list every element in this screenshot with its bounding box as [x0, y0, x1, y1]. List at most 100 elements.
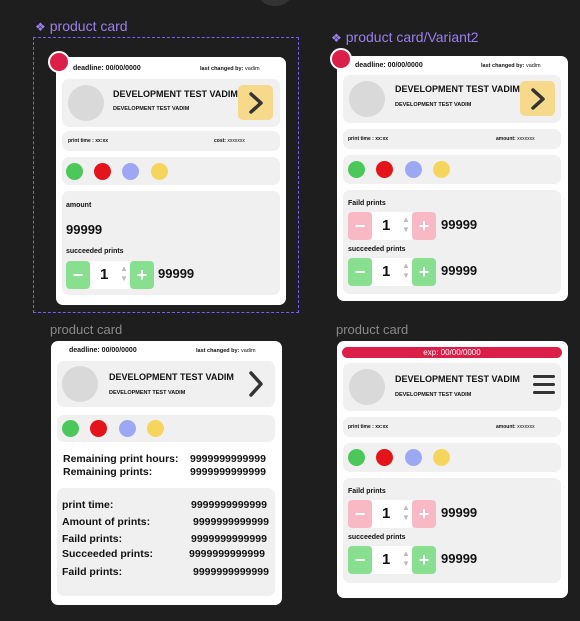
product-header-panel: DEVELOPMENT TEST VADIM DEVELOPMENT TEST … — [57, 361, 275, 407]
product-subtitle: DEVELOPMENT TEST VADIM — [395, 392, 472, 398]
frame-label-card2[interactable]: ❖ product card/Variant2 — [331, 29, 479, 45]
succeeded-decrement-button[interactable]: − — [348, 258, 372, 286]
stat-value: 9999999999999 — [193, 566, 269, 578]
succeeded-stepper[interactable]: 1 ▲ ▼ — [372, 546, 412, 574]
color-dot-yellow[interactable] — [433, 449, 450, 466]
product-card-3[interactable]: deadline: 00/00/0000 last changed by: va… — [51, 341, 282, 605]
product-header-panel: DEVELOPMENT TEST VADIM DEVELOPMENT TEST … — [343, 75, 561, 123]
faild-decrement-button[interactable]: − — [348, 500, 372, 528]
product-card-2[interactable]: deadline: 00/00/0000 last changed by: va… — [337, 56, 568, 301]
stat-value: 9999999999999 — [193, 516, 269, 528]
spin-arrows-icon[interactable]: ▲ ▼ — [402, 549, 410, 569]
faild-total: 99999 — [441, 217, 478, 232]
stepper-total: 99999 — [158, 266, 195, 281]
color-dot-red[interactable] — [90, 420, 107, 437]
color-dot-red[interactable] — [94, 163, 111, 180]
component-diamond-icon: ❖ — [35, 20, 46, 34]
color-swatches — [62, 157, 280, 185]
component-diamond-icon: ❖ — [331, 31, 342, 45]
faild-increment-button[interactable]: + — [412, 500, 436, 528]
quantity-stepper[interactable]: 1 ▲ ▼ — [90, 261, 130, 289]
avatar — [349, 81, 385, 117]
stat-value: 9999999999999 — [189, 548, 265, 560]
color-swatches — [57, 415, 275, 442]
color-swatches — [343, 155, 561, 184]
color-dot-yellow[interactable] — [147, 420, 164, 437]
chevron-right-icon — [248, 91, 263, 114]
open-product-button[interactable] — [245, 369, 267, 399]
open-product-button[interactable] — [520, 81, 555, 116]
color-dot-green[interactable] — [66, 163, 83, 180]
prints-panel: Faild prints − 1 ▲ ▼ + 99999 succeeded pr… — [343, 478, 561, 583]
decrement-button[interactable]: − — [66, 261, 90, 289]
succeeded-increment-button[interactable]: + — [412, 258, 436, 286]
color-dot-yellow[interactable] — [433, 161, 450, 178]
product-card-4[interactable]: DEVELOPMENT TEST VADIM DEVELOPMENT TEST … — [337, 341, 568, 598]
remaining-hours-value: 9999999999999 — [190, 453, 266, 465]
faild-increment-button[interactable]: + — [412, 212, 436, 240]
succeeded-label: succeeded prints — [66, 248, 124, 255]
spin-arrows-icon[interactable]: ▲ ▼ — [402, 261, 410, 281]
amount-panel: amount 99999 succeeded prints − 1 ▲ ▼ + 9… — [62, 191, 280, 295]
chevron-right-icon — [249, 371, 263, 397]
faild-decrement-button[interactable]: − — [348, 212, 372, 240]
hamburger-menu-icon[interactable] — [533, 375, 555, 397]
frame-label-card3[interactable]: product card — [50, 322, 122, 337]
frame-label-card4[interactable]: product card — [336, 322, 408, 337]
color-dot-red[interactable] — [376, 161, 393, 178]
product-card-1[interactable]: deadline: 00/00/0000 last changed by: va… — [56, 57, 286, 305]
color-dot-red[interactable] — [376, 449, 393, 466]
remaining-prints-value: 9999999999999 — [190, 466, 266, 478]
status-dot — [48, 51, 70, 73]
frame-label-card1[interactable]: ❖ product card — [35, 18, 128, 34]
info-row: print time : xx:xx amount: xxxxxxx — [343, 129, 561, 149]
stats-panel: print time: 9999999999999 Amount of prin… — [57, 488, 275, 596]
deadline-text: deadline: 00/00/0000 — [69, 347, 137, 354]
spin-arrows-icon[interactable]: ▲ ▼ — [120, 264, 128, 284]
faild-stepper[interactable]: 1 ▲ ▼ — [372, 212, 412, 240]
expiry-bar: exp: 00/00/0000 — [342, 347, 562, 358]
print-time: print time : xx:xx — [348, 424, 389, 430]
avatar — [349, 369, 385, 405]
prints-panel: Faild prints − 1 ▲ ▼ + 99999 succeeded pr… — [343, 190, 561, 294]
status-dot — [330, 48, 352, 70]
last-changed-text: last changed by: vadim — [481, 63, 541, 69]
faild-stepper[interactable]: 1 ▲ ▼ — [372, 500, 412, 528]
color-dot-blue[interactable] — [122, 163, 139, 180]
amount-text: amount: xxxxxxx — [496, 136, 535, 142]
color-dot-yellow[interactable] — [151, 163, 168, 180]
print-time: print time : xx:xx — [68, 138, 109, 144]
chevron-right-icon — [530, 87, 545, 110]
color-dot-blue[interactable] — [119, 420, 136, 437]
color-dot-green[interactable] — [348, 449, 365, 466]
avatar — [68, 85, 104, 121]
color-dot-green[interactable] — [348, 161, 365, 178]
succeeded-total: 99999 — [441, 551, 478, 566]
increment-button[interactable]: + — [130, 261, 154, 289]
succeeded-label: succeeded prints — [348, 534, 406, 541]
color-dot-green[interactable] — [62, 420, 79, 437]
spin-arrows-icon[interactable]: ▲ ▼ — [402, 215, 410, 235]
info-row: print time : xx:xx amount: xxxxxxx — [343, 417, 561, 437]
color-dot-blue[interactable] — [405, 449, 422, 466]
spin-arrows-icon[interactable]: ▲ ▼ — [402, 503, 410, 523]
color-dot-blue[interactable] — [405, 161, 422, 178]
amount-label: amount — [66, 202, 92, 209]
stat-label: Faild prints: — [62, 566, 123, 578]
faild-total: 99999 — [441, 505, 478, 520]
amount-value: 99999 — [66, 222, 103, 237]
succeeded-total: 99999 — [441, 263, 478, 278]
stat-label: Amount of prints: — [62, 516, 151, 528]
color-swatches — [343, 443, 561, 472]
succeeded-decrement-button[interactable]: − — [348, 546, 372, 574]
last-changed-text: last changed by: vadim — [196, 348, 256, 354]
open-product-button[interactable] — [238, 85, 273, 120]
deadline-text: deadline: 00/00/0000 — [355, 62, 423, 69]
faild-label: Faild prints — [348, 200, 386, 207]
stat-label: print time: — [62, 499, 114, 511]
last-changed-text: last changed by: vadim — [200, 66, 260, 72]
stat-label: Succeeded prints: — [62, 548, 154, 560]
succeeded-stepper[interactable]: 1 ▲ ▼ — [372, 258, 412, 286]
succeeded-increment-button[interactable]: + — [412, 546, 436, 574]
print-time: print time : xx:xx — [348, 136, 389, 142]
